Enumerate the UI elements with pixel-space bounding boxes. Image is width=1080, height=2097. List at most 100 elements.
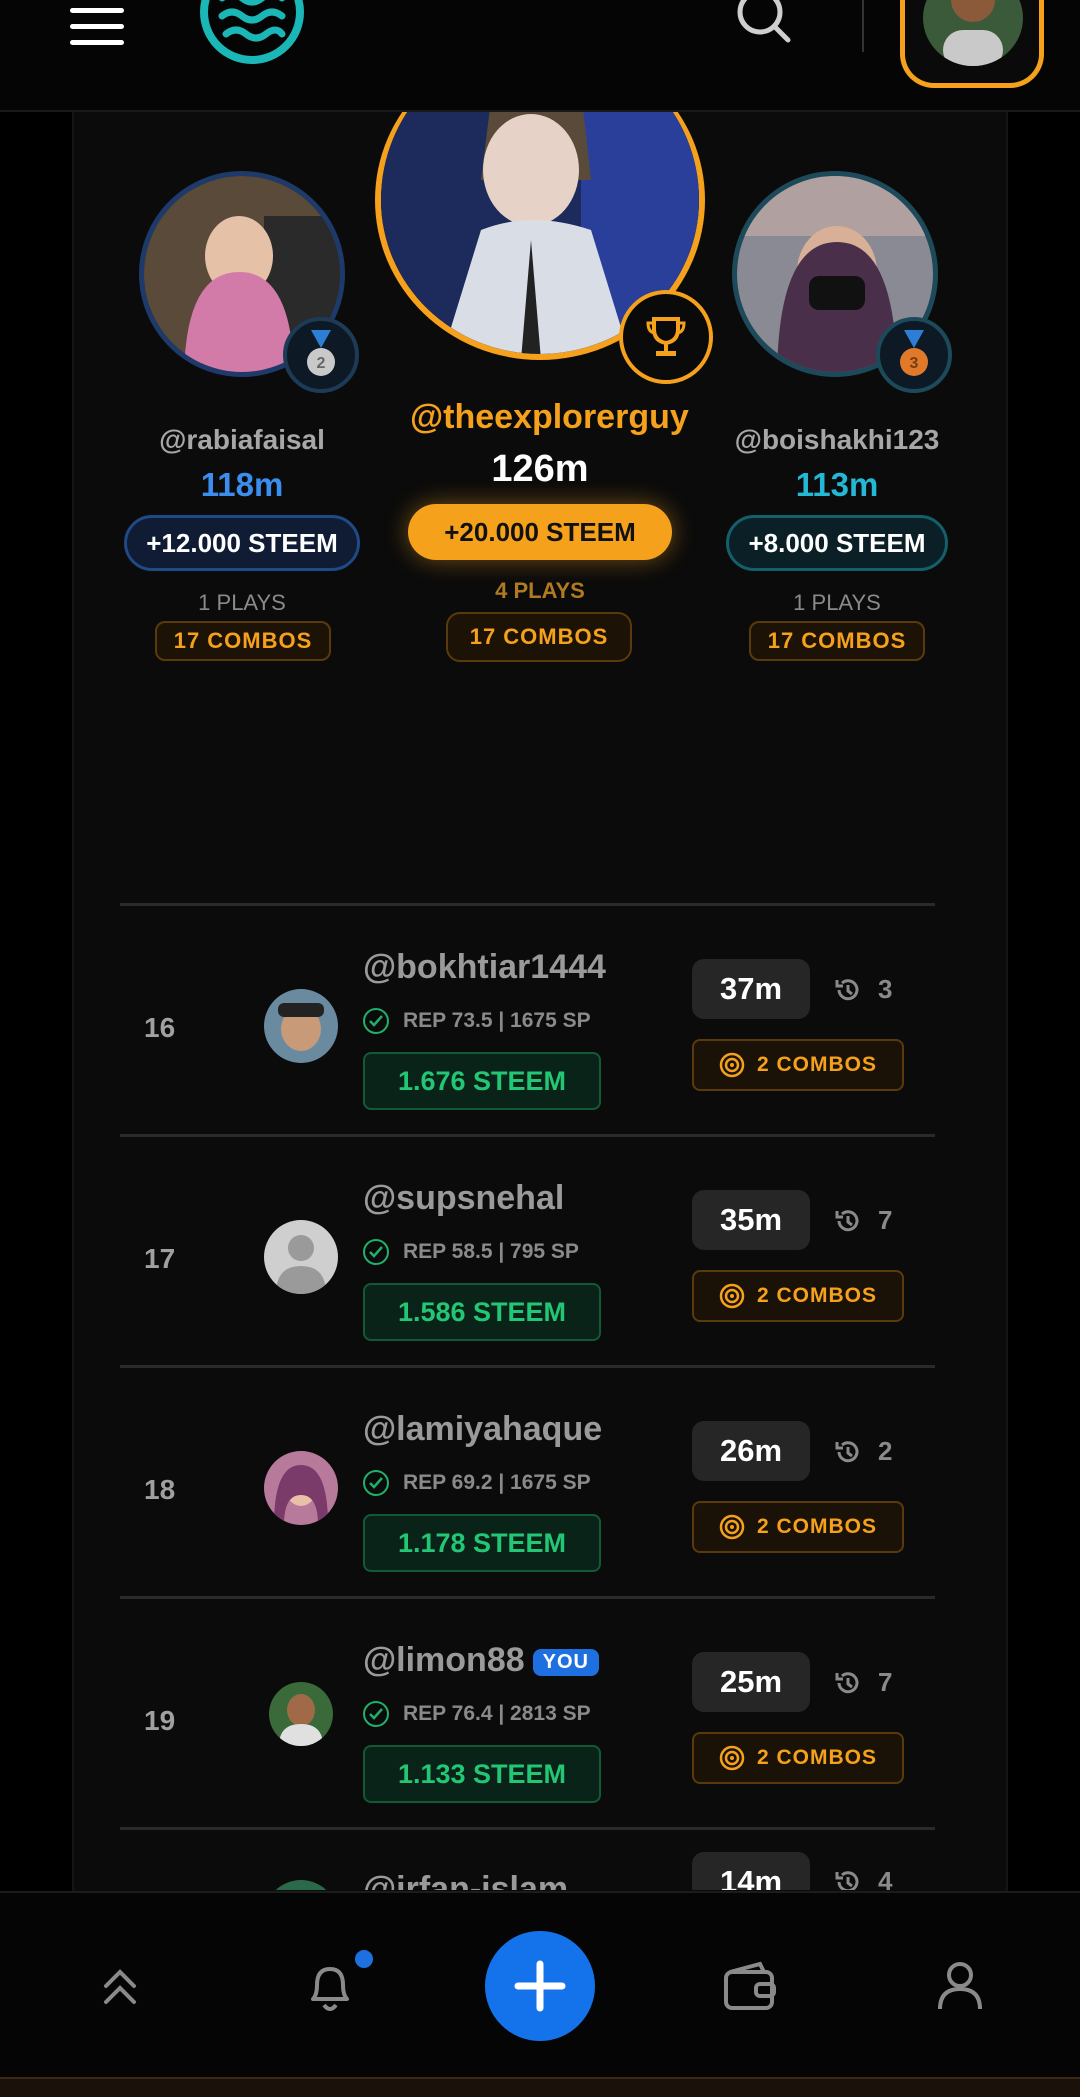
silver-medal-icon: 2 (283, 317, 359, 393)
first-place-plays: 4 PLAYS (495, 578, 585, 603)
wallet-icon[interactable] (700, 1893, 800, 2079)
history-icon (835, 1209, 859, 1231)
rank-number: 19 (144, 1705, 176, 1736)
avatar (923, 0, 1023, 66)
reputation-info: REP 58.5 | 795 SP (363, 1239, 579, 1265)
history-icon (835, 1440, 859, 1462)
bronze-medal-number: 3 (910, 355, 919, 372)
avatar[interactable] (264, 989, 338, 1063)
user-icon[interactable] (910, 1893, 1010, 2079)
rank-number: 16 (144, 1012, 176, 1043)
user-handle[interactable]: @lamiyahaque (363, 1410, 602, 1449)
reputation-info: REP 76.4 | 2813 SP (363, 1701, 591, 1727)
avatar[interactable] (264, 1451, 338, 1525)
target-icon (719, 1283, 745, 1309)
verified-check-icon (363, 1008, 389, 1034)
target-icon (719, 1052, 745, 1078)
plays-count: 7 (834, 1667, 892, 1698)
reputation-text: REP 58.5 | 795 SP (403, 1240, 579, 1263)
third-place-prize-button[interactable]: +8.000 STEEM (726, 515, 948, 571)
profile-avatar-button[interactable] (900, 0, 1044, 88)
user-handle[interactable]: @irfan-islam (363, 1870, 568, 1890)
top-app-bar (0, 0, 1080, 112)
you-badge: YOU (532, 1648, 599, 1676)
target-icon (719, 1514, 745, 1540)
plus-icon (514, 1960, 566, 2012)
history-icon (835, 1671, 859, 1693)
history-icon (835, 1870, 859, 1890)
combos-badge: 2 COMBOS (692, 1270, 904, 1322)
plays-count-value: 7 (878, 1205, 893, 1235)
reputation-text: REP 69.2 | 1675 SP (403, 1471, 591, 1494)
history-icon (835, 978, 859, 1000)
user-handle[interactable]: @bokhtiar1444 (363, 948, 606, 987)
second-place-handle[interactable]: @rabiafaisal (112, 424, 372, 456)
bronze-medal-icon: 3 (876, 317, 952, 393)
third-place-plays: 1 PLAYS (793, 590, 881, 615)
scroll-up-icon[interactable] (70, 1893, 170, 2079)
third-place-combos: 17 COMBOS (749, 621, 925, 661)
table-row[interactable]: 18 @lamiyahaque REP 69.2 | 1675 SP 1.178… (120, 1368, 935, 1596)
first-place-combos: 17 COMBOS (446, 612, 632, 662)
user-handle[interactable]: @limon88 YOU (363, 1641, 599, 1680)
bell-icon[interactable] (280, 1893, 380, 2079)
second-place-combos: 17 COMBOS (155, 621, 331, 661)
rank-number: 17 (144, 1243, 176, 1274)
steem-reward: 1.676 STEEM (363, 1052, 601, 1110)
first-place-score: 126m (491, 448, 589, 490)
combos-badge: 2 COMBOS (692, 1039, 904, 1091)
combos-badge: 2 COMBOS (692, 1501, 904, 1553)
play-time: 26m (692, 1421, 810, 1481)
avatar[interactable] (269, 1682, 333, 1746)
steem-reward: 1.133 STEEM (363, 1745, 601, 1803)
bottom-navigation (0, 1891, 1080, 2077)
system-gesture-bar (0, 2077, 1080, 2097)
combos-text: 2 COMBOS (756, 1053, 877, 1076)
plays-count: 7 (834, 1205, 892, 1236)
menu-icon[interactable] (70, 8, 124, 45)
topbar-divider (862, 0, 864, 52)
user-handle-text: @limon88 (363, 1641, 525, 1679)
second-place-prize-button[interactable]: +12.000 STEEM (124, 515, 360, 571)
silver-medal-number: 2 (317, 355, 326, 372)
combos-text: 2 COMBOS (756, 1746, 877, 1769)
third-place-score: 113m (795, 466, 879, 503)
play-time: 14m (692, 1852, 810, 1890)
steem-reward: 1.586 STEEM (363, 1283, 601, 1341)
table-row[interactable]: @irfan-islam 14m 4 (120, 1830, 935, 1890)
rank-number: 18 (144, 1474, 176, 1505)
third-place-handle[interactable]: @boishakhi123 (707, 424, 967, 456)
play-time: 35m (692, 1190, 810, 1250)
first-place-handle[interactable]: @theexplorerguy (410, 398, 689, 437)
verified-check-icon (363, 1470, 389, 1496)
search-icon[interactable] (734, 0, 794, 46)
reputation-text: REP 76.4 | 2813 SP (403, 1702, 591, 1725)
plays-count-value: 7 (878, 1667, 893, 1697)
play-time: 37m (692, 959, 810, 1019)
plays-count: 2 (834, 1436, 892, 1467)
reputation-info: REP 73.5 | 1675 SP (363, 1008, 591, 1034)
plays-count: 3 (834, 974, 892, 1005)
app-logo-icon[interactable] (200, 0, 304, 64)
plays-count-value: 3 (878, 974, 893, 1004)
steem-reward: 1.178 STEEM (363, 1514, 601, 1572)
trophy-icon (619, 290, 713, 384)
combos-text: 2 COMBOS (756, 1284, 877, 1307)
plays-count-value: 2 (878, 1436, 893, 1466)
user-handle[interactable]: @supsnehal (363, 1179, 564, 1218)
verified-check-icon (363, 1239, 389, 1265)
play-time: 25m (692, 1652, 810, 1712)
create-button[interactable] (485, 1931, 595, 2041)
avatar[interactable] (264, 1880, 338, 1890)
reputation-text: REP 73.5 | 1675 SP (403, 1009, 591, 1032)
table-row[interactable]: 17 @supsnehal REP 58.5 | 795 SP 1.586 ST… (120, 1137, 935, 1365)
table-row[interactable]: 19 @limon88 YOU REP 76.4 | 2813 SP 1.133 … (120, 1599, 935, 1827)
combos-text: 2 COMBOS (756, 1515, 877, 1538)
second-place-score: 118m (200, 466, 284, 503)
notification-dot (352, 1947, 376, 1971)
combos-badge: 2 COMBOS (692, 1732, 904, 1784)
avatar[interactable] (264, 1220, 338, 1294)
plays-count-value: 4 (878, 1866, 893, 1890)
table-row[interactable]: 16 @bokhtiar1444 REP 73.5 | 1675 SP 1.67… (120, 906, 935, 1134)
first-place-prize-button[interactable]: +20.000 STEEM (408, 504, 672, 560)
